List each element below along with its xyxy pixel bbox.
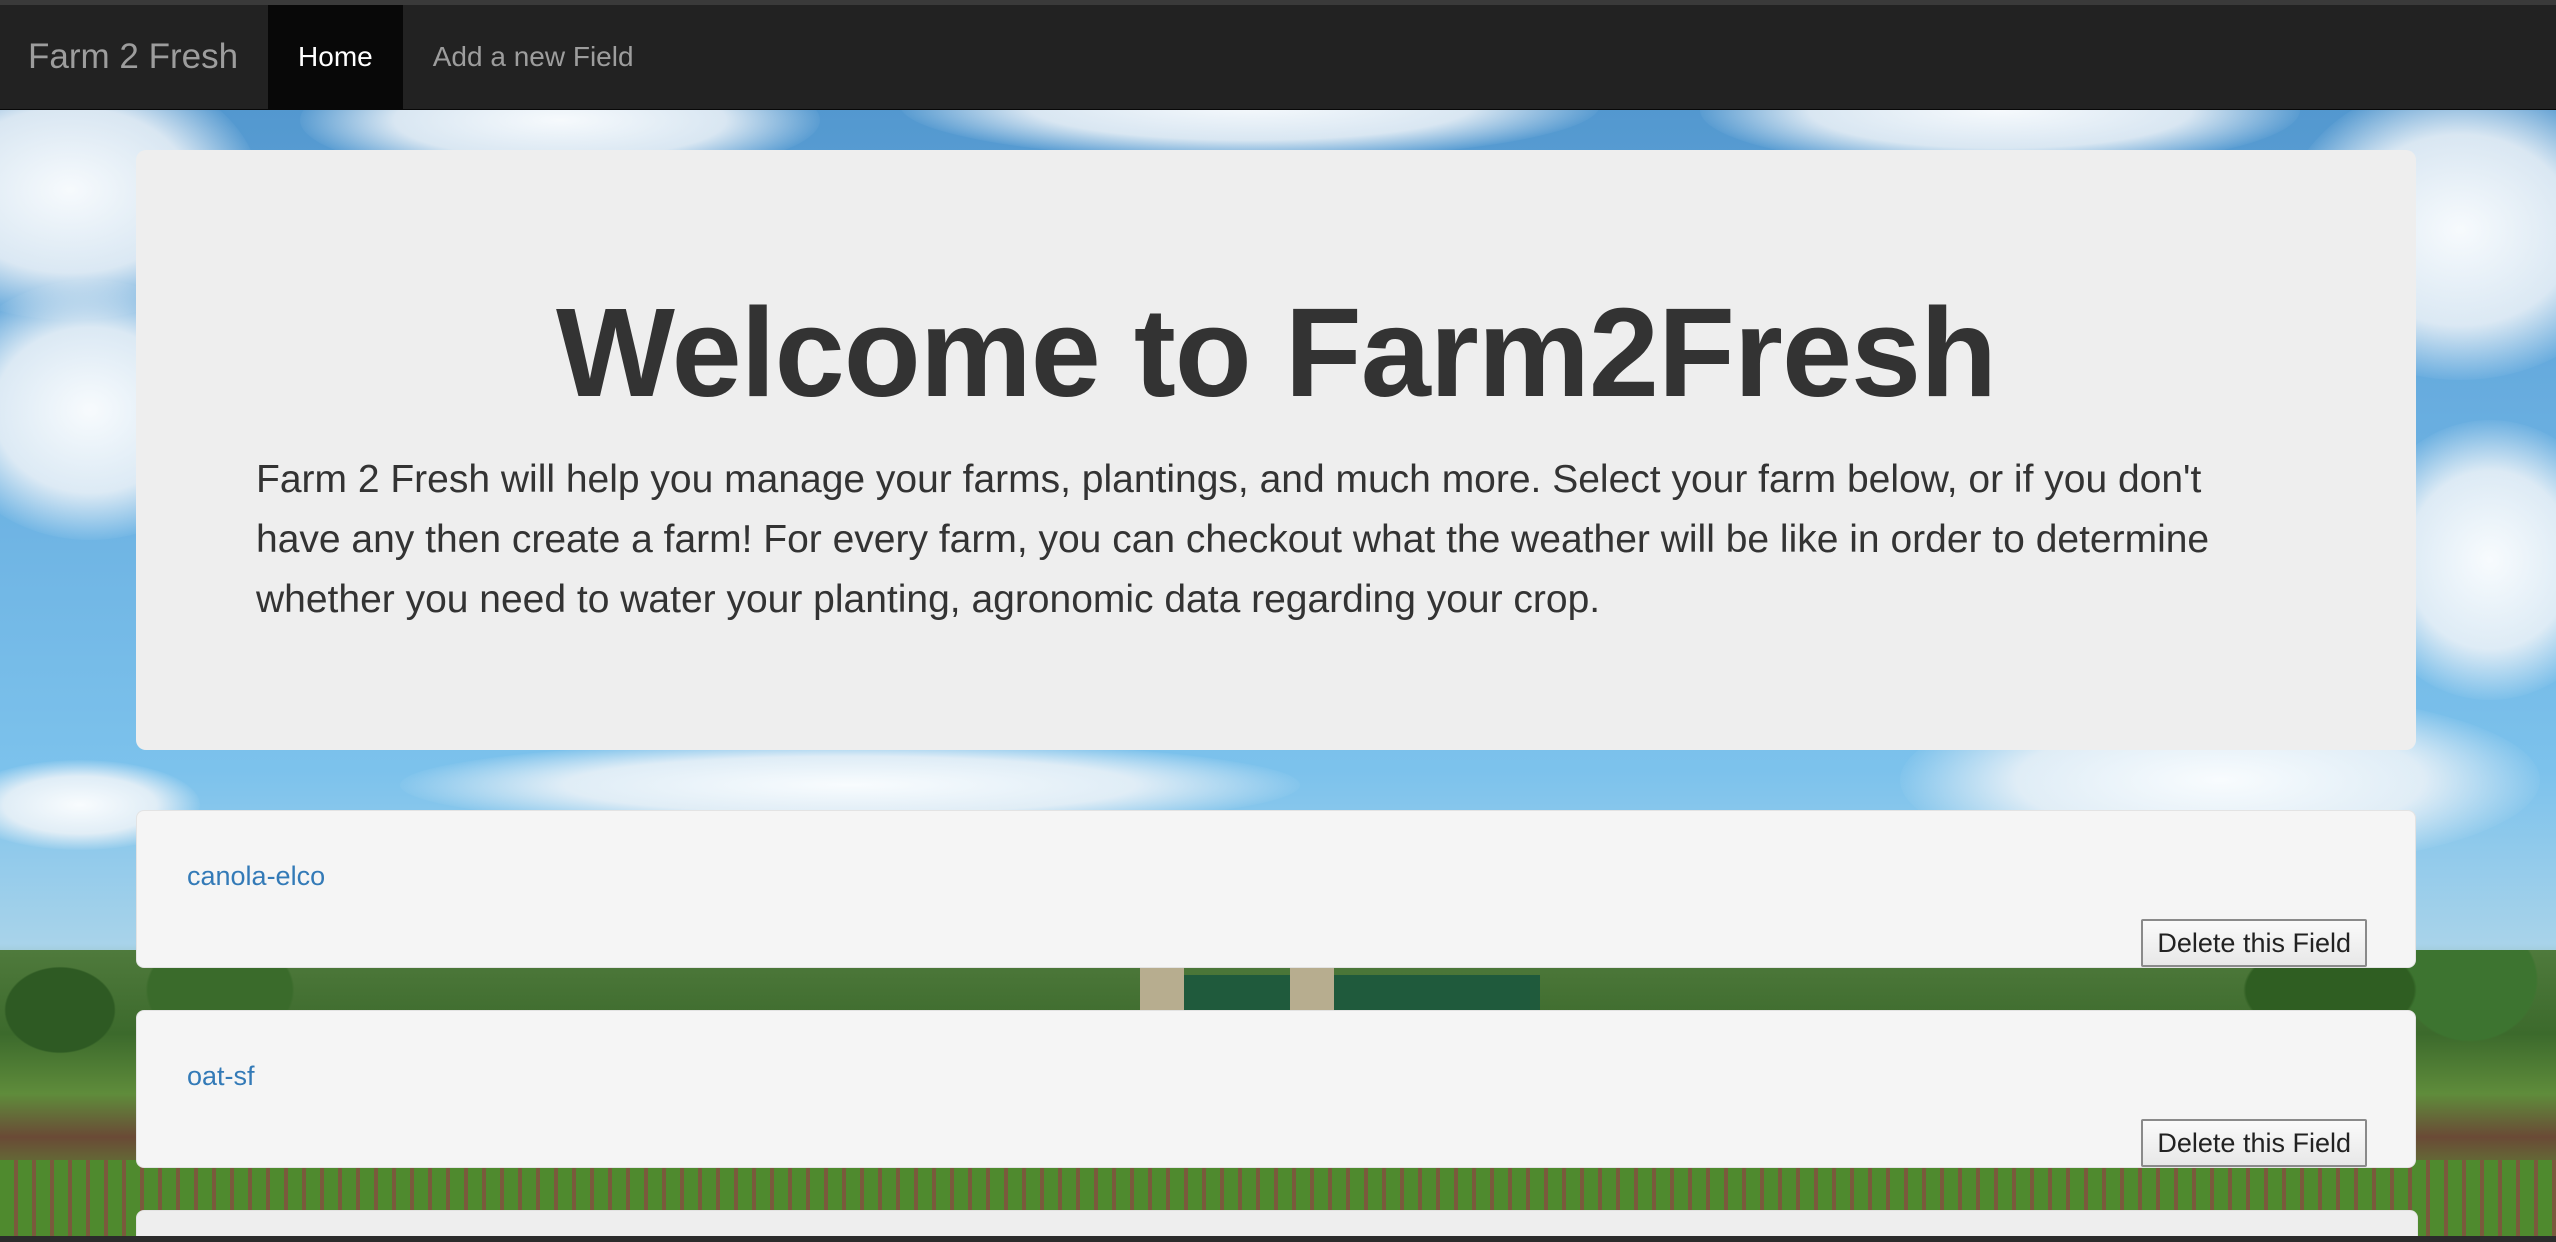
welcome-jumbotron: Welcome to Farm2Fresh Farm 2 Fresh will … bbox=[136, 150, 2416, 750]
field-link-oat-sf[interactable]: oat-sf bbox=[187, 1061, 255, 1092]
window-bottom-edge bbox=[0, 1236, 2556, 1242]
nav-item-home[interactable]: Home bbox=[268, 5, 403, 109]
navbar-brand[interactable]: Farm 2 Fresh bbox=[0, 5, 268, 109]
top-navbar: Farm 2 Fresh Home Add a new Field bbox=[0, 0, 2556, 110]
delete-field-button[interactable]: Delete this Field bbox=[2141, 919, 2367, 967]
welcome-description: Farm 2 Fresh will help you manage your f… bbox=[256, 458, 2210, 621]
nav-item-add-new-field[interactable]: Add a new Field bbox=[403, 5, 664, 109]
field-card: oat-sf Delete this Field bbox=[136, 1010, 2416, 1168]
field-card: canola-elco Delete this Field bbox=[136, 810, 2416, 968]
delete-field-button[interactable]: Delete this Field bbox=[2141, 1119, 2367, 1167]
field-link-canola-elco[interactable]: canola-elco bbox=[187, 861, 325, 892]
page-title: Welcome to Farm2Fresh bbox=[555, 282, 1997, 423]
